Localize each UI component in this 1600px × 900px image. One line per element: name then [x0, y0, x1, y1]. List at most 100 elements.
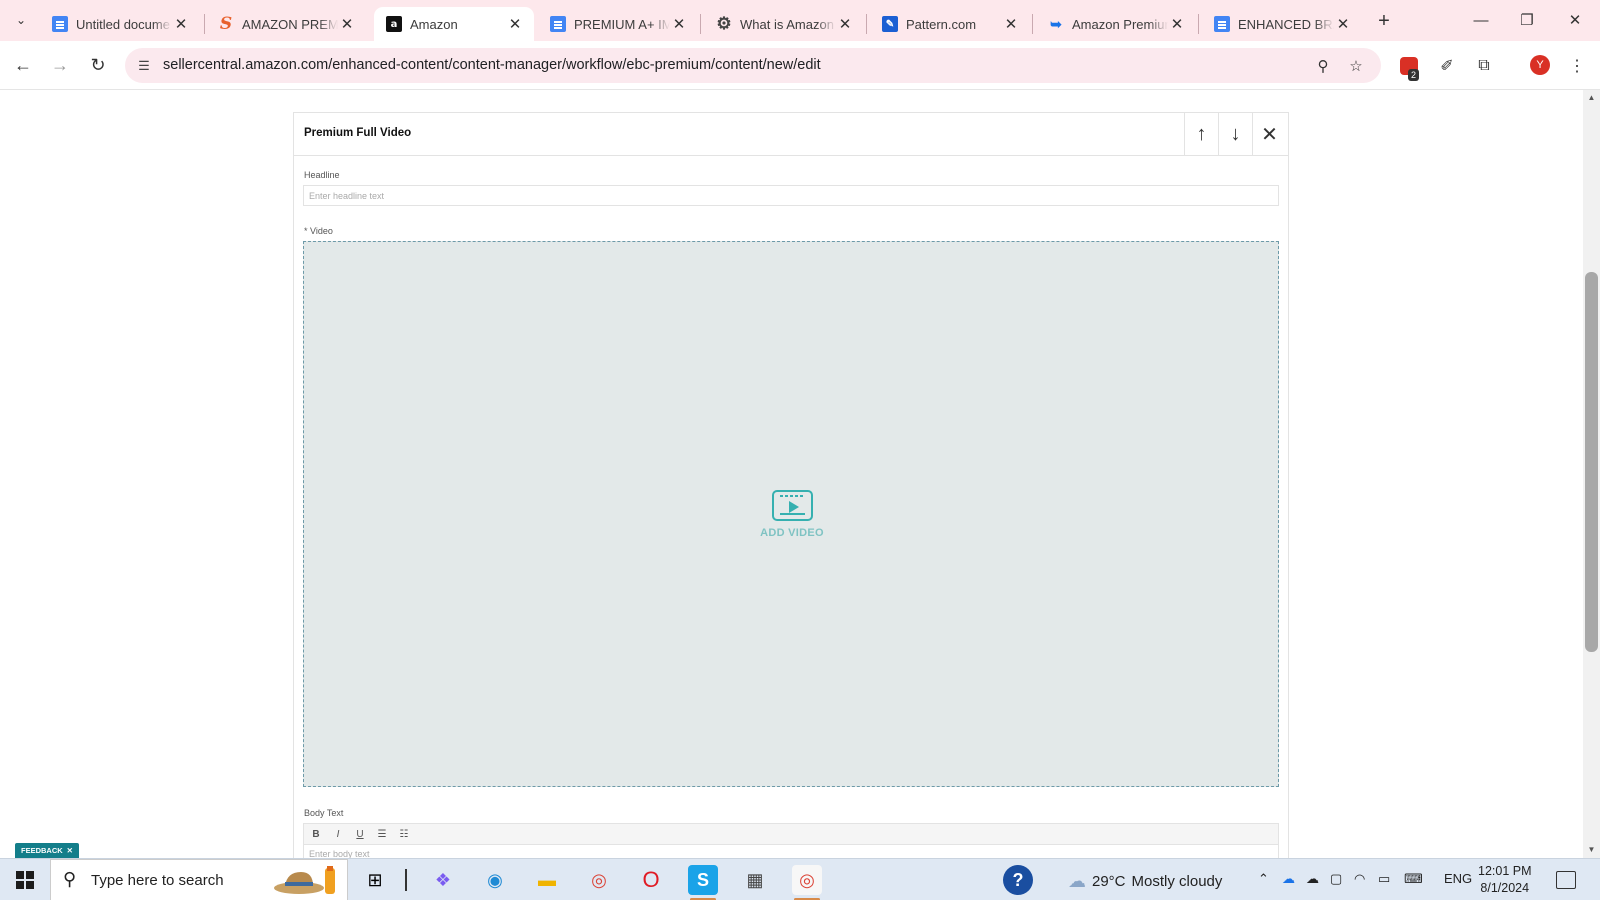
- tab-amazon-premium[interactable]: S AMAZON PREMI ✕: [206, 7, 366, 41]
- address-bar[interactable]: ☰ sellercentral.amazon.com/enhanced-cont…: [125, 48, 1381, 83]
- tab-separator: [700, 14, 701, 34]
- google-docs-icon: [550, 16, 566, 32]
- taskbar-search-placeholder[interactable]: Type here to search: [91, 872, 224, 889]
- underline-button[interactable]: U: [354, 829, 366, 840]
- feedback-button[interactable]: FEEDBACK ✕: [15, 843, 79, 858]
- bold-button[interactable]: B: [310, 829, 322, 840]
- video-label: * Video: [304, 226, 333, 236]
- pen-extension-icon[interactable]: ✐: [1436, 55, 1458, 77]
- search-highlight-hat-icon: [274, 866, 335, 894]
- keyboard-icon[interactable]: ⌨: [1404, 871, 1423, 887]
- help-question-icon[interactable]: ?: [1003, 865, 1033, 895]
- feedback-close-icon[interactable]: ✕: [67, 846, 73, 855]
- onedrive-cloud-icon[interactable]: ☁: [1282, 871, 1295, 887]
- sellerapp-s-icon: S: [219, 14, 233, 34]
- italic-button[interactable]: I: [332, 829, 344, 840]
- onedrive-personal-cloud-icon[interactable]: ☁: [1306, 871, 1319, 887]
- move-down-arrow-icon[interactable]: ↓: [1218, 113, 1252, 155]
- blog-icon: ➥: [1050, 15, 1062, 32]
- window-close-icon[interactable]: ✕: [1560, 6, 1590, 34]
- language-indicator[interactable]: ENG: [1444, 871, 1472, 886]
- bulleted-list-icon[interactable]: ☰: [376, 829, 388, 840]
- rich-text-toolbar: B I U ☰ ☷: [303, 823, 1279, 845]
- add-video-label[interactable]: ADD VIDEO: [304, 527, 1280, 539]
- url-text[interactable]: sellercentral.amazon.com/enhanced-conten…: [163, 57, 821, 73]
- menu-kebab-icon[interactable]: ⋮: [1566, 55, 1588, 77]
- tab-amazon-active[interactable]: a Amazon ✕: [374, 7, 534, 41]
- tab-separator: [1198, 14, 1199, 34]
- tab-close-icon[interactable]: ✕: [836, 15, 854, 33]
- body-text-input[interactable]: Enter body text: [303, 845, 1279, 858]
- tab-premium-a-plus[interactable]: PREMIUM A+ IM ✕: [538, 7, 698, 41]
- chrome-profile-icon[interactable]: ◎: [792, 865, 822, 900]
- tab-amazon-premium-2[interactable]: ➥ Amazon Premiur ✕: [1036, 7, 1196, 41]
- body-text-label: Body Text: [304, 808, 344, 818]
- remove-module-close-icon[interactable]: ✕: [1252, 113, 1286, 155]
- tab-close-icon[interactable]: ✕: [506, 15, 524, 33]
- device-icon[interactable]: ▢: [1330, 871, 1342, 887]
- headline-input[interactable]: [303, 185, 1279, 206]
- bookmark-star-icon[interactable]: ☆: [1346, 56, 1366, 76]
- tray-chevron-up-icon[interactable]: ⌃: [1258, 871, 1269, 887]
- weather-temperature: 29°C: [1092, 873, 1126, 890]
- zoom-magnifier-icon[interactable]: ⚲: [1313, 56, 1333, 76]
- reload-icon[interactable]: ↻: [84, 51, 112, 79]
- tab-close-icon[interactable]: ✕: [1002, 15, 1020, 33]
- tab-search-chevron-icon[interactable]: ⌄: [8, 7, 34, 33]
- page-scrollbar[interactable]: ▲ ▼: [1583, 90, 1600, 858]
- task-view-icon[interactable]: ⊞: [360, 865, 390, 895]
- tab-title: ENHANCED BRA: [1238, 16, 1334, 32]
- google-docs-icon: [1214, 16, 1230, 32]
- weather-description: Mostly cloudy: [1131, 873, 1223, 890]
- headline-label: Headline: [304, 170, 340, 180]
- restore-icon[interactable]: ❐: [1512, 6, 1542, 34]
- tab-what-is-amazon[interactable]: ⚙ What is Amazon ✕: [704, 7, 864, 41]
- wifi-icon[interactable]: ◠: [1354, 871, 1365, 887]
- add-video-icon[interactable]: [772, 490, 813, 521]
- battery-icon[interactable]: ▭: [1378, 871, 1390, 887]
- tab-close-icon[interactable]: ✕: [1168, 15, 1186, 33]
- tab-close-icon[interactable]: ✕: [338, 15, 356, 33]
- taskbar-search-box[interactable]: ⚲ Type here to search: [50, 859, 348, 900]
- forward-arrow-icon[interactable]: →: [46, 51, 74, 79]
- scroll-up-arrow-icon[interactable]: ▲: [1583, 90, 1600, 104]
- new-tab-plus-icon[interactable]: +: [1373, 10, 1395, 32]
- scroll-thumb[interactable]: [1585, 272, 1598, 652]
- minimize-icon[interactable]: —: [1466, 6, 1496, 34]
- profile-avatar[interactable]: Y: [1530, 55, 1550, 75]
- tab-pattern[interactable]: ✎ Pattern.com ✕: [870, 7, 1030, 41]
- tab-separator: [204, 14, 205, 34]
- amazon-a-icon: a: [386, 16, 402, 32]
- cloudy-weather-icon: ☁: [1068, 871, 1086, 891]
- module-header: Premium Full Video ↑ ↓ ✕: [294, 113, 1288, 156]
- copilot-icon[interactable]: ❖: [428, 865, 458, 895]
- tab-untitled-document[interactable]: Untitled docume ✕: [40, 7, 200, 41]
- numbered-list-icon[interactable]: ☷: [398, 829, 410, 840]
- gear-icon: ⚙: [716, 14, 732, 33]
- tab-close-icon[interactable]: ✕: [670, 15, 688, 33]
- browser-tab-strip: ⌄ Untitled docume ✕ S AMAZON PREMI ✕ a A…: [0, 0, 1600, 41]
- clock-time: 12:01 PM: [1478, 864, 1532, 878]
- page-content: Premium Full Video ↑ ↓ ✕ Headline * Vide…: [0, 90, 1583, 858]
- tab-close-icon[interactable]: ✕: [1334, 15, 1352, 33]
- system-clock[interactable]: 12:01 PM 8/1/2024: [1478, 863, 1532, 897]
- back-arrow-icon[interactable]: ←: [9, 51, 37, 79]
- tab-title: Amazon: [410, 16, 458, 32]
- windows-start-icon[interactable]: [16, 871, 34, 889]
- site-info-tune-icon[interactable]: ☰: [135, 57, 153, 75]
- skype-icon[interactable]: S: [688, 865, 718, 900]
- tab-title: What is Amazon: [740, 16, 834, 32]
- calculator-icon[interactable]: ▦: [740, 865, 770, 895]
- weather-widget[interactable]: ☁ 29°C Mostly cloudy: [1068, 871, 1222, 892]
- move-up-arrow-icon[interactable]: ↑: [1184, 113, 1218, 155]
- chrome-icon[interactable]: ◎: [584, 865, 614, 895]
- file-explorer-icon[interactable]: ▬: [532, 865, 562, 895]
- scroll-down-arrow-icon[interactable]: ▼: [1583, 842, 1600, 856]
- tab-enhanced-brand[interactable]: ENHANCED BRA ✕: [1202, 7, 1362, 41]
- video-drop-zone[interactable]: ADD VIDEO: [303, 241, 1279, 787]
- notification-center-icon[interactable]: [1556, 871, 1576, 889]
- edge-browser-icon[interactable]: ◉: [480, 865, 510, 895]
- tab-close-icon[interactable]: ✕: [172, 15, 190, 33]
- opera-icon[interactable]: O: [636, 865, 666, 895]
- extensions-puzzle-icon[interactable]: ⧉: [1473, 55, 1495, 77]
